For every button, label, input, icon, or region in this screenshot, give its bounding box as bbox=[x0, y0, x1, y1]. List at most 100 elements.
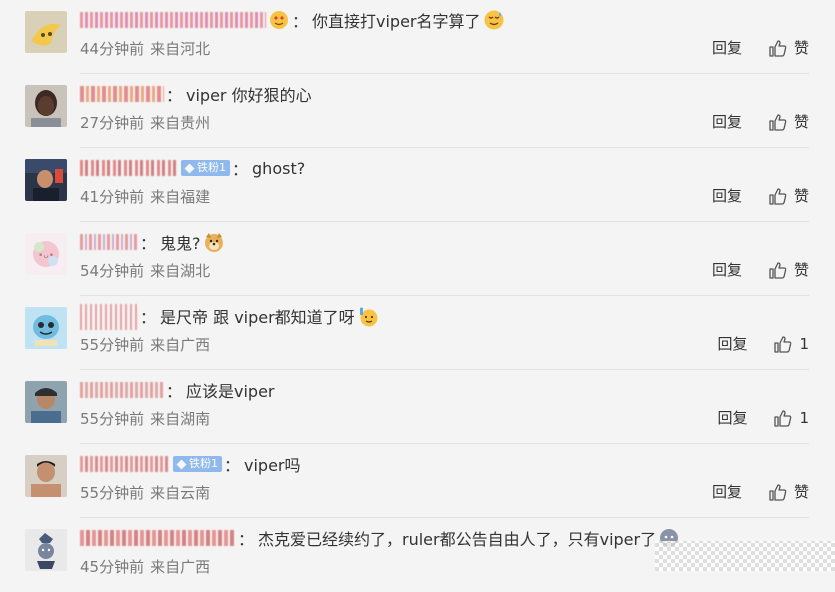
comment-content: ： 杰克爱已经续约了，ruler都公告自由人了，只有viper了 bbox=[80, 523, 680, 553]
diamond-icon bbox=[184, 163, 195, 173]
comment-item: 铁粉1 ： viper吗 55分钟前 来自云南 回复 赞 bbox=[0, 444, 835, 518]
diamond-icon bbox=[176, 459, 187, 469]
like-count: 1 bbox=[799, 334, 809, 353]
cartoon-avatar-icon[interactable] bbox=[25, 529, 67, 571]
banana-avatar-icon[interactable] bbox=[25, 11, 67, 53]
thumbs-up-icon bbox=[768, 482, 788, 502]
colon: ： bbox=[140, 234, 157, 253]
comment-time: 55分钟前 bbox=[80, 410, 145, 428]
squirtle-avatar-icon[interactable] bbox=[25, 307, 67, 349]
colon: ： bbox=[224, 456, 241, 475]
like-count: 1 bbox=[799, 408, 809, 427]
like-label: 赞 bbox=[793, 39, 809, 57]
comment-content: ： 你直接打viper名字算了 bbox=[80, 5, 505, 35]
comment-location: 来自广西 bbox=[150, 336, 211, 354]
like-button[interactable]: 赞 bbox=[768, 481, 809, 502]
thumbs-up-icon bbox=[768, 260, 788, 280]
fan-badge-label: 铁粉1 bbox=[189, 457, 218, 470]
comment-meta: 41分钟前 来自福建 bbox=[80, 186, 210, 207]
comment-time: 27分钟前 bbox=[80, 114, 145, 132]
thumbs-up-icon bbox=[773, 408, 793, 428]
username-blurred[interactable] bbox=[80, 454, 170, 474]
comment-actions: 回复 赞 bbox=[712, 37, 809, 58]
username-blurred[interactable] bbox=[80, 84, 164, 104]
comment-actions: 回复 赞 bbox=[712, 111, 809, 132]
pastel-sticker-avatar-icon[interactable]: •ᴗ• bbox=[25, 233, 67, 275]
thumbs-up-icon bbox=[773, 334, 793, 354]
comment-content: ： 应该是viper bbox=[80, 375, 275, 405]
comment-meta: 55分钟前 来自云南 bbox=[80, 482, 210, 503]
comment-time: 55分钟前 bbox=[80, 484, 145, 502]
like-button[interactable]: 赞 bbox=[768, 37, 809, 58]
username-blurred[interactable] bbox=[80, 158, 178, 178]
comment-text: 应该是viper bbox=[186, 382, 275, 401]
comment-item: ： 你直接打viper名字算了 44分钟前 来自河北 回复 赞 bbox=[0, 0, 835, 74]
username-blurred[interactable] bbox=[80, 380, 164, 400]
like-button[interactable]: 赞 bbox=[768, 259, 809, 280]
like-button[interactable]: 1 bbox=[773, 334, 809, 354]
like-button[interactable]: 赞 bbox=[768, 111, 809, 132]
man-avatar-icon[interactable] bbox=[25, 455, 67, 497]
username-blurred[interactable] bbox=[80, 304, 138, 330]
comment-location: 来自贵州 bbox=[150, 114, 211, 132]
fan-badge: 铁粉1 bbox=[181, 160, 230, 176]
colon: ： bbox=[238, 530, 255, 549]
comment-time: 44分钟前 bbox=[80, 40, 145, 58]
thumbs-up-icon bbox=[768, 112, 788, 132]
like-label: 赞 bbox=[793, 113, 809, 131]
comment-content: ： 是尺帝 跟 viper都知道了呀 bbox=[80, 301, 379, 331]
comment-time: 45分钟前 bbox=[80, 558, 145, 576]
comment-time: 41分钟前 bbox=[80, 188, 145, 206]
reply-button[interactable]: 回复 bbox=[712, 481, 742, 502]
comment-text: 是尺帝 跟 viper都知道了呀 bbox=[160, 308, 355, 327]
comment-meta: 55分钟前 来自湖南 bbox=[80, 408, 210, 429]
comment-text: 鬼鬼? bbox=[160, 234, 201, 253]
sad-emoji-icon bbox=[658, 527, 680, 549]
like-label: 赞 bbox=[793, 261, 809, 279]
raise-hand-emoji-icon bbox=[357, 305, 379, 327]
reply-button[interactable]: 回复 bbox=[712, 37, 742, 58]
thumbs-up-icon bbox=[768, 186, 788, 206]
comment-location: 来自湖南 bbox=[150, 410, 211, 428]
reply-button[interactable]: 回复 bbox=[712, 111, 742, 132]
like-label: 赞 bbox=[793, 187, 809, 205]
comment-meta: 45分钟前 来自广西 bbox=[80, 556, 210, 577]
sweat-smile-emoji-icon bbox=[483, 9, 505, 31]
comment-meta: 44分钟前 来自河北 bbox=[80, 38, 210, 59]
comment-item: ： 杰克爱已经续约了，ruler都公告自由人了，只有viper了 45分钟前 来自… bbox=[0, 518, 835, 592]
like-button[interactable]: 赞 bbox=[768, 185, 809, 206]
svg-text:•ᴗ•: •ᴗ• bbox=[38, 251, 54, 261]
comment-meta: 54分钟前 来自湖北 bbox=[80, 260, 210, 281]
comment-meta: 55分钟前 来自广西 bbox=[80, 334, 210, 355]
comment-location: 来自广西 bbox=[150, 558, 211, 576]
love-face-emoji-icon bbox=[268, 9, 290, 31]
username-blurred[interactable] bbox=[80, 528, 236, 548]
like-label: 赞 bbox=[793, 483, 809, 501]
comment-actions: 回复 1 bbox=[717, 407, 809, 428]
comment-location: 来自云南 bbox=[150, 484, 211, 502]
reply-button[interactable]: 回复 bbox=[712, 185, 742, 206]
comment-time: 55分钟前 bbox=[80, 336, 145, 354]
comment-meta: 27分钟前 来自贵州 bbox=[80, 112, 210, 133]
comment-text: viper吗 bbox=[244, 456, 301, 475]
person-avatar-cap-icon[interactable] bbox=[25, 381, 67, 423]
comment-item: ： 是尺帝 跟 viper都知道了呀 55分钟前 来自广西 回复 1 bbox=[0, 296, 835, 370]
person-avatar-icon[interactable] bbox=[25, 85, 67, 127]
username-blurred[interactable] bbox=[80, 10, 266, 30]
comment-location: 来自湖北 bbox=[150, 262, 211, 280]
like-button[interactable]: 1 bbox=[773, 408, 809, 428]
reply-button[interactable]: 回复 bbox=[712, 259, 742, 280]
comment-actions: 回复 1 bbox=[717, 333, 809, 354]
comment-content: ： 鬼鬼? bbox=[80, 227, 225, 257]
username-blurred[interactable] bbox=[80, 232, 138, 252]
player-avatar-icon[interactable] bbox=[25, 159, 67, 201]
colon: ： bbox=[292, 12, 309, 31]
comment-location: 来自河北 bbox=[150, 40, 211, 58]
comment-content: 铁粉1 ： ghost? bbox=[80, 153, 305, 183]
comment-item: ： viper 你好狠的心 27分钟前 来自贵州 回复 赞 bbox=[0, 74, 835, 148]
comment-content: ： viper 你好狠的心 bbox=[80, 79, 312, 109]
comment-content: 铁粉1 ： viper吗 bbox=[80, 449, 301, 479]
reply-button[interactable]: 回复 bbox=[717, 407, 747, 428]
colon: ： bbox=[232, 160, 249, 179]
reply-button[interactable]: 回复 bbox=[717, 333, 747, 354]
